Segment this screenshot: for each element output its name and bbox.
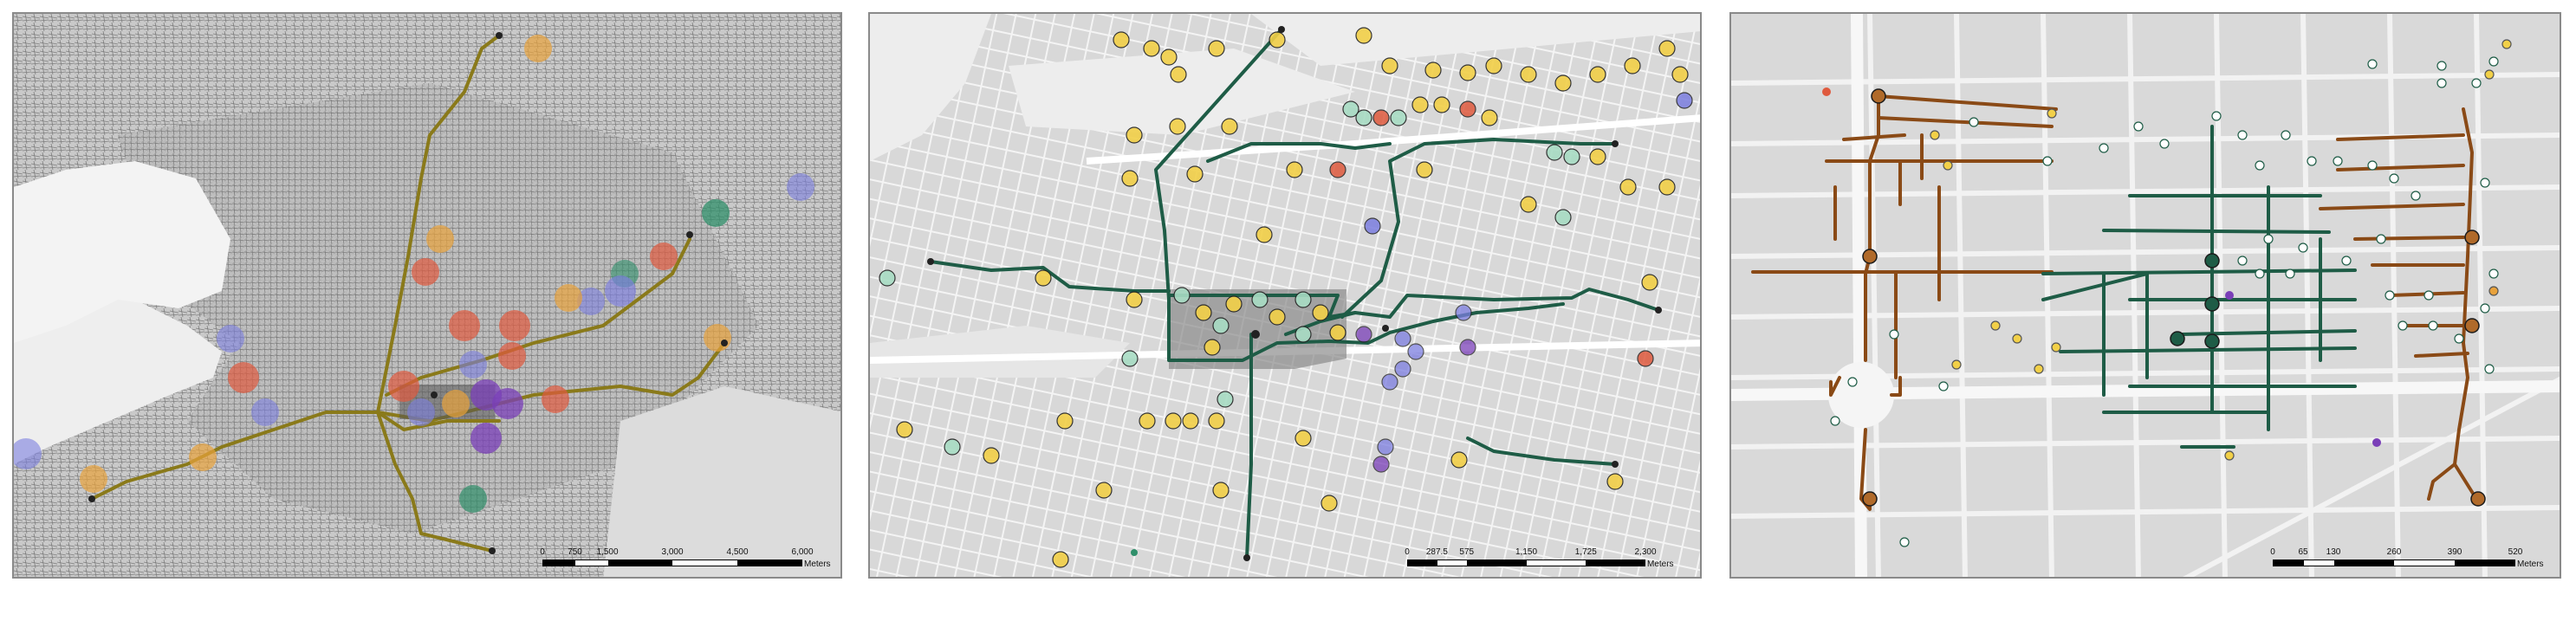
scale-tick: 2,300 xyxy=(1634,547,1657,557)
left-map-canvas xyxy=(14,14,840,577)
middle-map-panel: 0 287.5 575 1,150 1,725 2,300 Meters xyxy=(868,12,1702,579)
scale-unit: Meters xyxy=(1647,560,1674,569)
scale-tick: 575 xyxy=(1459,547,1475,557)
middle-map-canvas xyxy=(870,14,1700,577)
scale-unit: Meters xyxy=(2517,560,2544,569)
scale-unit: Meters xyxy=(804,560,831,569)
middle-map-scale-bar: 0 287.5 575 1,150 1,725 2,300 Meters xyxy=(1405,547,1673,569)
scale-tick: 4,500 xyxy=(726,547,749,557)
scale-tick: 0 xyxy=(1405,547,1410,557)
scale-tick: 130 xyxy=(2326,547,2341,557)
scale-tick: 65 xyxy=(2298,547,2308,557)
left-map-panel: 0 750 1,500 3,000 4,500 6,000 Meters xyxy=(12,12,842,579)
scale-tick: 3,000 xyxy=(661,547,684,557)
scale-tick: 0 xyxy=(2270,547,2275,557)
left-map-scale-bar: 0 750 1,500 3,000 4,500 6,000 Meters xyxy=(540,547,830,569)
right-map-panel: 0 65 130 260 390 520 Meters xyxy=(1729,12,2561,579)
scale-tick: 1,500 xyxy=(596,547,619,557)
scale-tick: 390 xyxy=(2447,547,2462,557)
scale-tick: 6,000 xyxy=(791,547,814,557)
scale-tick: 520 xyxy=(2508,547,2523,557)
scale-tick: 1,150 xyxy=(1515,547,1538,557)
scale-tick: 260 xyxy=(2386,547,2402,557)
right-map-scale-bar: 0 65 130 260 390 520 Meters xyxy=(2270,547,2543,569)
scale-tick: 750 xyxy=(568,547,582,557)
scale-tick: 0 xyxy=(540,547,545,557)
right-map-canvas xyxy=(1731,14,2560,577)
scale-tick: 287.5 xyxy=(1425,547,1448,557)
scale-tick: 1,725 xyxy=(1574,547,1597,557)
